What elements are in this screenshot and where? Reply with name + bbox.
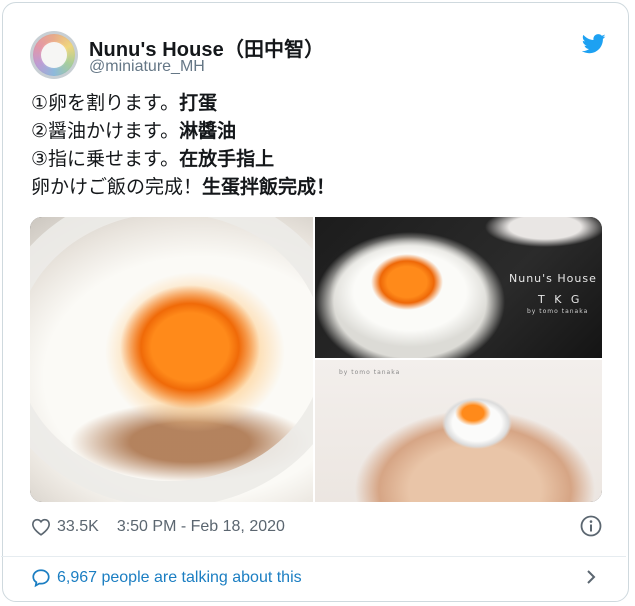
twitter-bird-icon[interactable]	[582, 34, 606, 54]
photo-bowl-on-finger[interactable]: by tomo tanaka	[315, 360, 602, 502]
tweet-media-grid: Nunu's House T K G by tomo tanaka by tom…	[30, 217, 602, 502]
like-count[interactable]: 33.5K	[57, 518, 99, 536]
tweet-meta: 33.5K 3:50 PM - Feb 18, 2020	[31, 515, 285, 539]
watermark-credit: by tomo tanaka	[527, 308, 589, 315]
heart-icon[interactable]	[31, 518, 51, 536]
speech-bubble-icon	[32, 569, 50, 588]
tweet-text: ①卵を割ります。打蛋 ②醤油かけます。淋醬油 ③指に乗せます。在放手指上 卵かけ…	[31, 90, 591, 202]
tweet-line-3: ③指に乗せます。在放手指上	[31, 149, 275, 170]
info-icon[interactable]	[580, 515, 602, 537]
watermark-credit-2: by tomo tanaka	[339, 369, 401, 376]
conversation-count-text[interactable]: 6,967 people are talking about this	[57, 569, 302, 587]
tweet-line-1: ①卵を割ります。打蛋	[31, 93, 218, 114]
tweet-line-4: 卵かけご飯の完成！生蛋拌飯完成！	[31, 177, 336, 198]
timestamp[interactable]: 3:50 PM - Feb 18, 2020	[117, 518, 285, 536]
watermark-subtitle: T K G	[538, 293, 583, 306]
chevron-right-icon[interactable]	[584, 569, 598, 585]
watermark-title: Nunu's House	[509, 272, 597, 285]
author-handle[interactable]: @miniature_MH	[89, 58, 205, 76]
avatar[interactable]	[30, 31, 78, 79]
photo-bowl-watermarked[interactable]: Nunu's House T K G by tomo tanaka	[315, 217, 602, 358]
divider	[1, 556, 626, 557]
tweet-line-2: ②醤油かけます。淋醬油	[31, 121, 237, 142]
photo-egg-closeup[interactable]	[30, 217, 350, 502]
media-divider-horizontal	[315, 358, 602, 360]
conversation-link[interactable]: 6,967 people are talking about this	[31, 565, 302, 591]
